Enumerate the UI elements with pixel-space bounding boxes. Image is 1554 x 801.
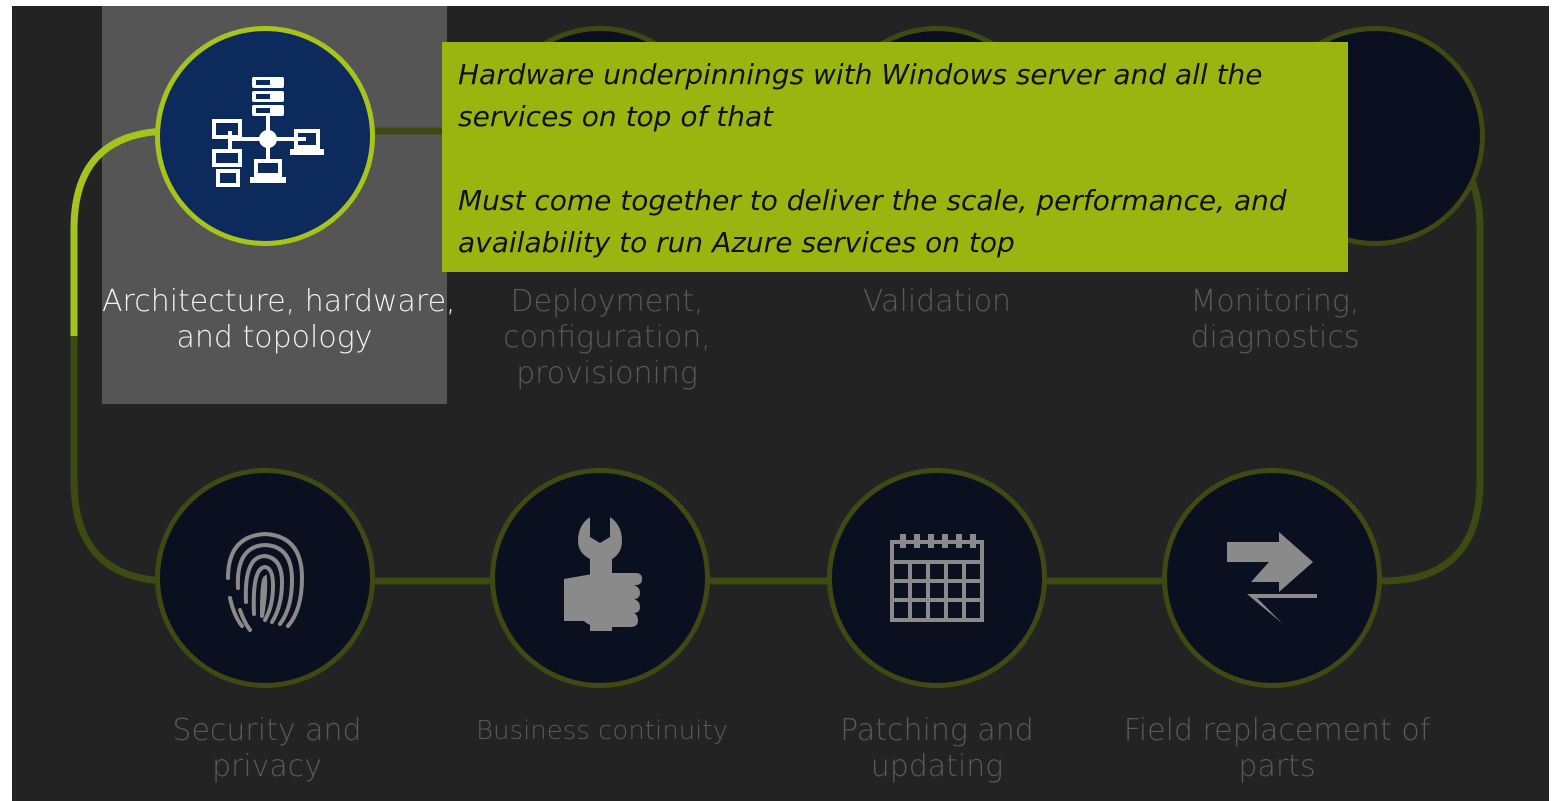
node-architecture[interactable] (155, 26, 375, 246)
label-line: provisioning (516, 356, 698, 391)
label-line: parts (1238, 749, 1316, 784)
label-line: Deployment, (510, 284, 704, 319)
callout-paragraph-2: Must come together to deliver the scale,… (458, 180, 1332, 264)
label-line: diagnostics (1190, 320, 1360, 355)
label-line: Monitoring, (1190, 284, 1360, 319)
callout-line: Must come together to deliver the scale,… (458, 184, 1287, 217)
callout-line: services on top of that (458, 100, 774, 133)
label-business-continuity: Business continuity (452, 713, 752, 749)
callout-paragraph-1: Hardware underpinnings with Windows serv… (458, 54, 1332, 138)
label-line: configuration, (503, 320, 711, 355)
label-validation: Validation (787, 284, 1087, 320)
server-network-icon (212, 77, 324, 187)
callout-line: availability to run Azure services on to… (458, 226, 1015, 259)
label-line: privacy (211, 749, 323, 784)
callout-line: Hardware underpinnings with Windows serv… (458, 58, 1263, 91)
node-business-continuity[interactable] (490, 468, 710, 688)
label-field-replacement: Field replacement of parts (1112, 713, 1442, 785)
callout-note: Hardware underpinnings with Windows serv… (442, 42, 1348, 272)
label-line: Architecture, hardware, (102, 284, 456, 319)
label-line: Security and (172, 713, 362, 748)
label-security: Security and privacy (117, 713, 417, 785)
label-architecture: Architecture, hardware, and topology (102, 284, 456, 356)
node-security[interactable] (155, 468, 375, 688)
label-line: and topology (176, 320, 373, 355)
label-line: Field replacement of (1123, 713, 1431, 748)
node-patching[interactable] (827, 468, 1047, 688)
calendar-icon (890, 534, 984, 622)
label-line: Business continuity (476, 716, 728, 746)
node-field-replacement[interactable] (1162, 468, 1382, 688)
label-monitoring: Monitoring, diagnostics (1125, 284, 1425, 356)
label-line: Patching and (840, 713, 1034, 748)
wrench-hand-icon (564, 517, 642, 631)
fingerprint-icon (226, 531, 305, 632)
label-deployment: Deployment, configuration, provisioning (457, 284, 757, 392)
label-patching: Patching and updating (787, 713, 1087, 785)
process-diagram: Architecture, hardware, and topology Dep… (12, 6, 1549, 801)
swap-arrows-icon (1227, 532, 1317, 624)
label-line: updating (870, 749, 1004, 784)
label-line: Validation (862, 284, 1012, 319)
